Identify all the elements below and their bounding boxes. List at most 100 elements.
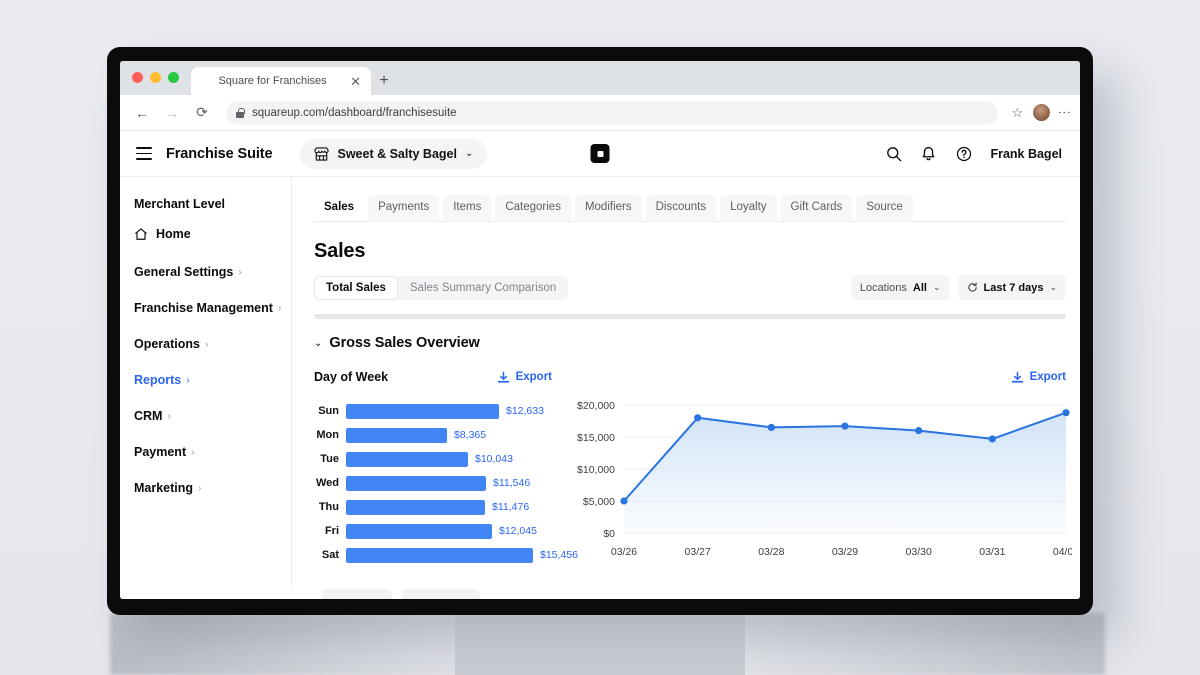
- export-line-chart-button[interactable]: Export: [1011, 371, 1066, 384]
- browser-tab[interactable]: Square for Franchises ✕: [191, 67, 371, 95]
- sidebar-item-reports-label: Reports: [134, 373, 182, 387]
- day-of-week-header: Day of Week Export: [314, 367, 552, 387]
- browser-menu-icon[interactable]: ⋮: [1057, 106, 1072, 119]
- tab-payments[interactable]: Payments: [368, 195, 440, 221]
- tab-modifiers[interactable]: Modifiers: [574, 195, 642, 221]
- data-point[interactable]: [841, 422, 849, 430]
- chevron-right-icon: ›: [191, 446, 195, 458]
- sidebar-item-payment[interactable]: Payment ›: [134, 445, 291, 459]
- segment-sales-summary-comparison[interactable]: Sales Summary Comparison: [398, 276, 568, 300]
- filter-group: Locations All ⌄ Last 7 days ⌄: [850, 275, 1066, 300]
- y-axis-tick-label: $5,000: [583, 496, 615, 508]
- clipped-control-2[interactable]: [402, 589, 480, 599]
- bar-category-label: Tue: [320, 453, 339, 465]
- horizontal-scrollbar[interactable]: [314, 314, 1066, 319]
- bar-list: Sun $12,633 Mon $8,365 Tue $10,043 Wed $11,546 T…: [314, 399, 578, 567]
- refresh-icon: [967, 282, 977, 292]
- sidebar-heading: Merchant Level: [134, 197, 226, 211]
- browser-profile-avatar[interactable]: [1033, 104, 1051, 121]
- data-point[interactable]: [988, 435, 996, 443]
- data-point[interactable]: [620, 497, 628, 505]
- chevron-right-icon: ›: [238, 266, 242, 278]
- bar-track: $15,456: [346, 543, 578, 567]
- bar-value-label: $12,045: [499, 525, 537, 537]
- help-icon[interactable]: [955, 145, 972, 162]
- sidebar-item-crm[interactable]: CRM ›: [134, 409, 291, 423]
- bar-fill: [346, 547, 533, 563]
- address-bar[interactable]: squareup.com/dashboard/franchisesuite: [226, 100, 998, 125]
- bar-category-label: Thu: [318, 501, 339, 513]
- back-icon[interactable]: ←: [132, 103, 152, 123]
- minimize-window-dot[interactable]: [150, 71, 161, 83]
- tab-categories[interactable]: Categories: [495, 195, 571, 221]
- sidebar-item-reports[interactable]: Reports ›: [134, 373, 291, 387]
- date-range-filter[interactable]: Last 7 days ⌄: [957, 275, 1066, 300]
- brand-selector[interactable]: Sweet & Salty Bagel ⌄: [300, 138, 488, 169]
- tab-items[interactable]: Items: [443, 195, 492, 221]
- tab-sales[interactable]: Sales: [314, 195, 365, 221]
- forward-icon[interactable]: →: [162, 103, 182, 123]
- home-icon: [135, 228, 147, 240]
- bar-category-label: Sun: [318, 405, 339, 417]
- sidebar-item-marketing[interactable]: Marketing ›: [134, 481, 291, 495]
- tab-source[interactable]: Source: [856, 195, 913, 221]
- close-window-dot[interactable]: [132, 71, 143, 83]
- sidebar: Merchant Level Home General Settings › F…: [120, 177, 292, 589]
- y-axis-tick-label: $15,000: [577, 432, 615, 444]
- bar-value-label: $11,546: [493, 477, 531, 489]
- browser-tab-bar: Square for Franchises ✕ +: [120, 61, 1080, 95]
- day-of-week-chart: Day of Week Export Sun $12,633 Mon $8,365 T: [314, 367, 578, 569]
- reload-icon[interactable]: ⟳: [192, 103, 212, 123]
- bell-icon[interactable]: [920, 145, 937, 162]
- day-of-week-title: Day of Week: [314, 370, 389, 384]
- sidebar-item-operations[interactable]: Operations ›: [134, 337, 291, 351]
- export-label: Export: [515, 371, 552, 383]
- gross-sales-overview-title: Gross Sales Overview: [329, 335, 480, 351]
- segment-total-sales[interactable]: Total Sales: [314, 275, 398, 300]
- export-bar-chart-button[interactable]: Export: [497, 371, 552, 384]
- hamburger-icon[interactable]: [136, 147, 152, 160]
- tab-discounts[interactable]: Discounts: [645, 195, 717, 221]
- sidebar-item-payment-label: Payment: [134, 445, 187, 459]
- sidebar-item-franchise-management[interactable]: Franchise Management ›: [134, 301, 291, 315]
- app-header: Franchise Suite Sweet & Salty Bagel ⌄ Fr…: [120, 131, 1080, 177]
- gross-sales-overview-header[interactable]: ⌄ Gross Sales Overview: [314, 335, 1066, 351]
- new-tab-button[interactable]: +: [371, 67, 397, 95]
- clipped-control-1[interactable]: [322, 589, 392, 599]
- brand-name: Sweet & Salty Bagel: [337, 146, 457, 161]
- window-controls[interactable]: [132, 61, 179, 95]
- sidebar-item-operations-label: Operations: [134, 337, 200, 351]
- sidebar-item-home-label: Home: [156, 227, 191, 241]
- close-icon[interactable]: ✕: [350, 75, 361, 88]
- tab-gift-cards[interactable]: Gift Cards: [780, 195, 853, 221]
- sidebar-item-general-settings[interactable]: General Settings ›: [134, 265, 291, 279]
- tab-loyalty[interactable]: Loyalty: [720, 195, 777, 221]
- sidebar-item-home[interactable]: Home: [134, 227, 291, 241]
- user-name[interactable]: Frank Bagel: [990, 147, 1062, 161]
- y-axis-tick-label: $0: [603, 528, 615, 540]
- y-axis-tick-label: $10,000: [577, 464, 615, 476]
- sidebar-item-crm-label: CRM: [134, 409, 163, 423]
- header-actions: Frank Bagel: [885, 145, 1062, 162]
- data-point[interactable]: [694, 414, 702, 422]
- search-icon[interactable]: [885, 145, 902, 162]
- data-point[interactable]: [915, 427, 923, 435]
- maximize-window-dot[interactable]: [168, 71, 179, 83]
- monitor-stand: [455, 613, 745, 675]
- line-chart-header: Export: [562, 367, 1066, 387]
- bar-fill: [346, 451, 468, 467]
- data-point[interactable]: [1062, 409, 1070, 417]
- chevron-right-icon: ›: [198, 482, 202, 494]
- bar-fill: [346, 403, 499, 419]
- x-axis-tick-label: 03/27: [685, 546, 711, 558]
- locations-filter[interactable]: Locations All ⌄: [850, 275, 950, 300]
- bar-row: Sat $15,456: [314, 543, 578, 567]
- chevron-down-icon: ⌄: [1049, 282, 1057, 292]
- bookmark-star-icon[interactable]: ☆: [1012, 105, 1024, 121]
- x-axis-tick-label: 03/28: [758, 546, 784, 558]
- charts-area: Day of Week Export Sun $12,633 Mon $8,365 T: [314, 367, 1072, 569]
- data-point[interactable]: [767, 423, 775, 431]
- screen: Square for Franchises ✕ + ← → ⟳ squareup…: [120, 61, 1080, 599]
- x-axis-tick-label: 03/29: [832, 546, 858, 558]
- download-icon: [497, 371, 509, 383]
